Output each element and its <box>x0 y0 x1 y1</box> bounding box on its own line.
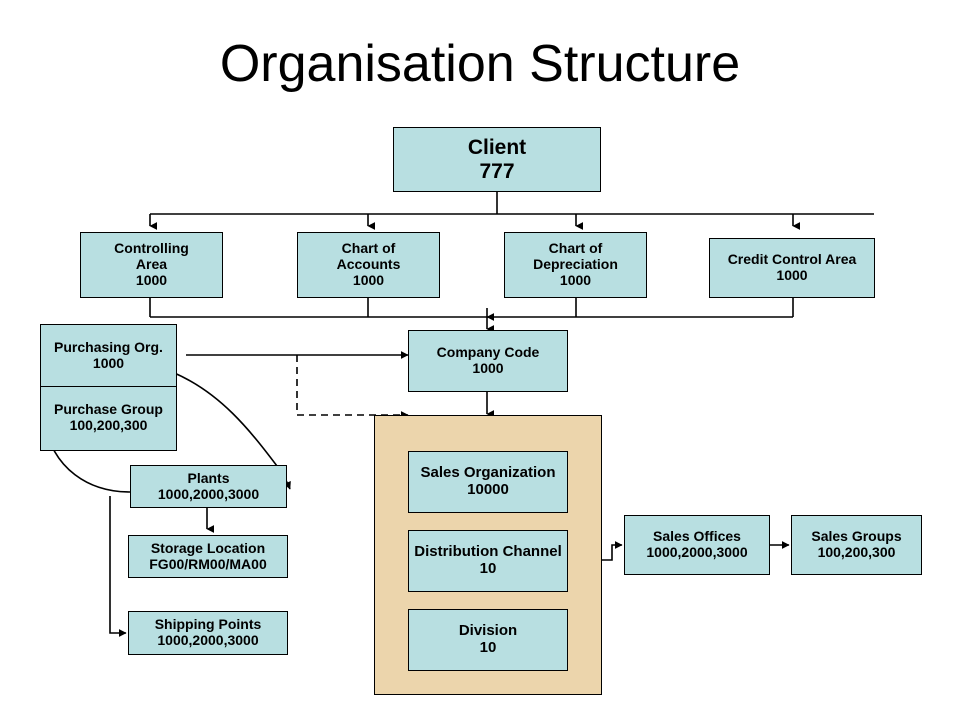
node-sales-organization-value: 10000 <box>467 481 509 498</box>
node-credit-control-area[interactable]: Credit Control Area 1000 <box>709 238 875 298</box>
purchasing-stack: Purchasing Org. 1000 Purchase Group 100,… <box>40 324 177 451</box>
node-company-code-name: Company Code <box>436 344 540 361</box>
node-chart-of-accounts-value: 1000 <box>352 271 385 288</box>
node-shipping-points-value: 1000,2000,3000 <box>157 632 259 648</box>
node-division-name: Division <box>458 622 518 640</box>
node-purchasing-org-name: Purchasing Org. <box>54 338 163 355</box>
node-chart-of-accounts-name: Chart of <box>341 240 396 257</box>
node-storage-location-value: FG00/RM00/MA00 <box>149 555 267 572</box>
node-chart-of-accounts[interactable]: Chart of Accounts 1000 <box>297 232 440 298</box>
node-chart-of-depreciation[interactable]: Chart of Depreciation 1000 <box>504 232 647 298</box>
node-controlling-area-name: Controlling <box>114 240 189 257</box>
node-sales-groups-value: 100,200,300 <box>817 544 896 560</box>
page-title: Organisation Structure <box>219 35 741 93</box>
node-sales-organization[interactable]: Sales Organization 10000 <box>408 451 568 513</box>
node-division[interactable]: Division 10 <box>408 609 568 671</box>
node-chart-of-depreciation-name2: Depreciation <box>533 256 618 273</box>
node-plants-value: 1000,2000,3000 <box>157 485 260 502</box>
node-storage-location[interactable]: Storage Location FG00/RM00/MA00 <box>128 535 288 578</box>
node-sales-organization-name: Sales Organization <box>420 464 556 482</box>
node-client-name: Client <box>467 135 527 159</box>
node-shipping-points-name: Shipping Points <box>154 616 262 633</box>
node-storage-location-name: Storage Location <box>150 539 266 556</box>
node-controlling-area-value: 1000 <box>135 271 168 288</box>
node-client[interactable]: Client 777 <box>393 127 601 192</box>
diagram-canvas: Organisation Structure Client 777 Contro… <box>0 0 960 720</box>
node-chart-of-accounts-name2: Accounts <box>336 256 401 273</box>
node-sales-offices-value: 1000,2000,3000 <box>646 544 748 560</box>
node-controlling-area-name2: Area <box>135 256 168 273</box>
node-sales-offices-name: Sales Offices <box>653 528 741 545</box>
node-credit-control-area-name: Credit Control Area <box>727 251 857 268</box>
node-purchase-group[interactable]: Purchase Group 100,200,300 <box>41 387 176 449</box>
node-purchase-group-name: Purchase Group <box>54 401 163 418</box>
node-distribution-channel-name: Distribution Channel <box>414 543 562 561</box>
node-purchasing-org-value: 1000 <box>92 354 125 371</box>
node-distribution-channel-value: 10 <box>479 560 497 577</box>
node-company-code-value: 1000 <box>472 360 504 376</box>
node-sales-groups-name: Sales Groups <box>811 528 902 545</box>
node-sales-groups[interactable]: Sales Groups 100,200,300 <box>791 515 922 575</box>
node-purchasing-org[interactable]: Purchasing Org. 1000 <box>41 325 176 387</box>
node-shipping-points[interactable]: Shipping Points 1000,2000,3000 <box>128 611 288 655</box>
node-plants[interactable]: Plants 1000,2000,3000 <box>130 465 287 508</box>
node-division-value: 10 <box>479 639 497 656</box>
node-company-code[interactable]: Company Code 1000 <box>408 330 568 392</box>
node-sales-offices[interactable]: Sales Offices 1000,2000,3000 <box>624 515 770 575</box>
node-plants-name: Plants <box>187 469 230 486</box>
node-distribution-channel[interactable]: Distribution Channel 10 <box>408 530 568 592</box>
node-chart-of-depreciation-value: 1000 <box>559 271 592 288</box>
node-chart-of-depreciation-name: Chart of <box>548 240 603 257</box>
node-credit-control-area-value: 1000 <box>776 267 808 283</box>
node-controlling-area[interactable]: Controlling Area 1000 <box>80 232 223 298</box>
node-purchase-group-value: 100,200,300 <box>69 417 148 433</box>
node-client-value: 777 <box>479 159 515 183</box>
